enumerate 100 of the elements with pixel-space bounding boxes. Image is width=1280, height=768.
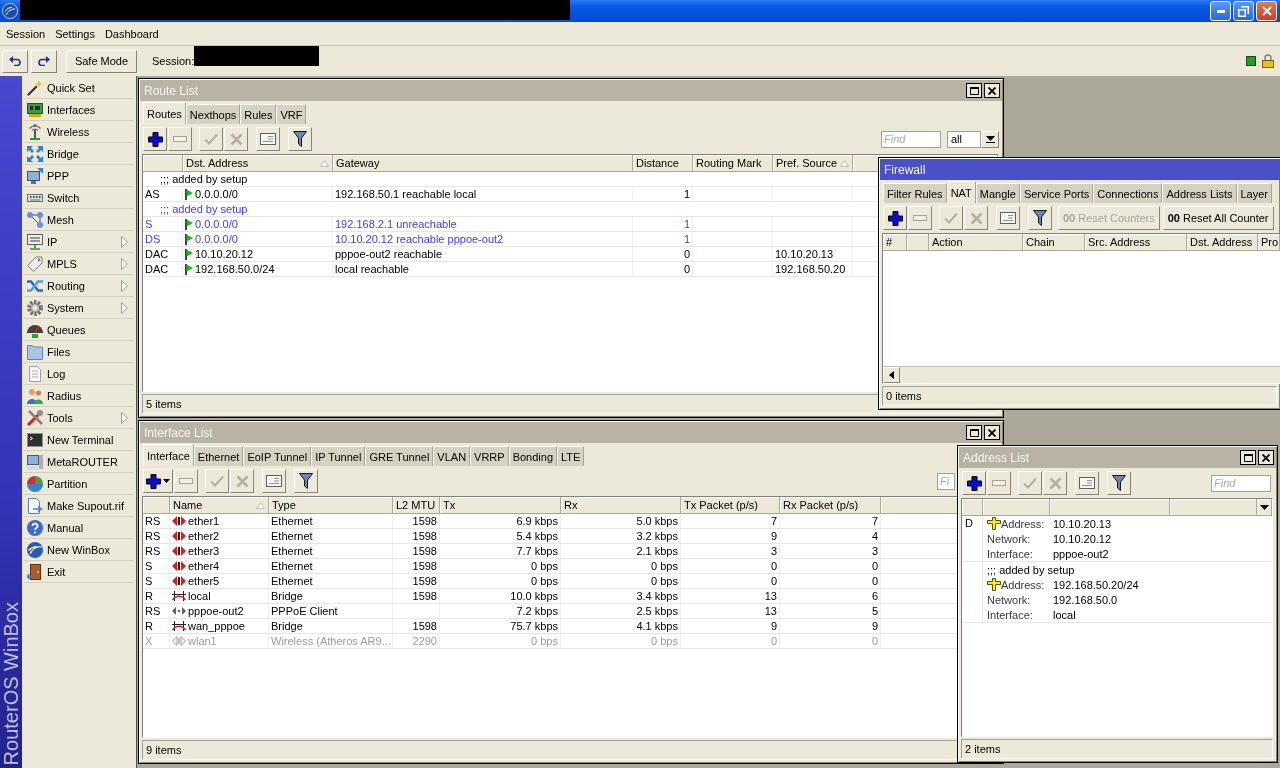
redo-button[interactable] xyxy=(31,49,57,73)
scope-select[interactable]: all xyxy=(947,130,981,148)
sidebar-item[interactable]: Manual xyxy=(24,517,134,539)
tab[interactable]: Service Ports xyxy=(1019,183,1094,203)
column-header[interactable]: Pref. Source xyxy=(773,155,853,172)
column-header[interactable]: Chain xyxy=(1023,234,1085,251)
restore-button[interactable] xyxy=(1233,1,1254,21)
find-field[interactable]: Find xyxy=(881,130,941,148)
column-header[interactable]: Name xyxy=(170,497,269,514)
column-header[interactable]: Dst. Address xyxy=(1187,234,1258,251)
column-header[interactable]: Rx Packet (p/s) xyxy=(780,497,881,514)
sidebar-item[interactable]: Interfaces xyxy=(24,99,134,121)
close-button[interactable] xyxy=(984,83,1000,98)
tab[interactable]: Bonding xyxy=(508,446,558,466)
maximize-button[interactable] xyxy=(966,83,982,98)
column-header[interactable]: Gateway xyxy=(333,155,633,172)
column-header[interactable]: Action xyxy=(929,234,1023,251)
sidebar-item[interactable]: IP xyxy=(24,231,134,253)
sidebar-item[interactable]: MetaROUTER xyxy=(24,451,134,473)
menu-item[interactable]: Session xyxy=(1,23,51,44)
tab[interactable]: VRF xyxy=(276,104,307,124)
close-icon xyxy=(988,86,996,95)
maximize-button[interactable] xyxy=(966,425,982,440)
column-menu-button[interactable] xyxy=(1260,504,1269,510)
comment-button[interactable] xyxy=(262,469,286,493)
comment-button[interactable] xyxy=(1075,471,1099,495)
sidebar-item[interactable]: Wireless xyxy=(24,121,134,143)
sidebar-item[interactable]: Log xyxy=(24,363,134,385)
tab[interactable]: Layer xyxy=(1236,183,1273,203)
filter-button[interactable] xyxy=(1028,206,1052,230)
tab[interactable]: Rules xyxy=(240,104,277,124)
add-button[interactable] xyxy=(883,206,907,230)
tab[interactable]: Mangle xyxy=(975,183,1020,203)
add-menu-button[interactable] xyxy=(143,469,173,493)
add-button[interactable] xyxy=(143,127,167,151)
minimize-button[interactable] xyxy=(1210,1,1231,21)
sidebar-item[interactable]: MPLS xyxy=(24,253,134,275)
tab[interactable]: Nexthops xyxy=(185,104,241,124)
column-header[interactable]: Tx Packet (p/s) xyxy=(681,497,780,514)
tab[interactable]: Address Lists xyxy=(1162,183,1237,203)
find-field[interactable]: Find xyxy=(1211,474,1271,492)
maximize-button[interactable] xyxy=(1240,450,1256,465)
comment-button[interactable] xyxy=(256,127,280,151)
tab[interactable]: GRE Tunnel xyxy=(365,446,434,466)
column-header[interactable]: Tx xyxy=(440,497,561,514)
column-header[interactable]: Distance xyxy=(633,155,693,172)
tab[interactable]: Ethernet xyxy=(193,446,244,466)
dropdown-button[interactable] xyxy=(981,130,999,148)
tab[interactable]: LTE xyxy=(557,446,585,466)
sidebar-item[interactable]: Mesh xyxy=(24,209,134,231)
tab[interactable]: Routes xyxy=(143,102,186,124)
column-header[interactable]: Rx xyxy=(561,497,681,514)
sidebar-item[interactable]: Quick Set xyxy=(24,77,134,99)
tab[interactable]: EoIP Tunnel xyxy=(243,446,312,466)
undo-button[interactable] xyxy=(2,49,28,73)
filter-button[interactable] xyxy=(1107,471,1131,495)
sidebar-item[interactable]: Radius xyxy=(24,385,134,407)
comment-button[interactable] xyxy=(996,206,1020,230)
find-field[interactable]: Fi xyxy=(937,472,955,490)
close-button[interactable] xyxy=(1258,450,1274,465)
filter-button[interactable] xyxy=(294,469,318,493)
safe-mode-button[interactable]: Safe Mode xyxy=(66,49,137,73)
sidebar-item[interactable]: Exit xyxy=(24,561,134,583)
plus-icon xyxy=(146,473,161,489)
close-button[interactable] xyxy=(984,425,1000,440)
sidebar-item[interactable]: New Terminal xyxy=(24,429,134,451)
tab[interactable]: Filter Rules xyxy=(883,183,947,203)
add-button[interactable] xyxy=(962,471,986,495)
counter-reset-button[interactable]: 00 Reset All Counter xyxy=(1162,206,1274,230)
table-cell: S xyxy=(143,559,170,573)
horizontal-scrollbar[interactable] xyxy=(883,366,1280,383)
sidebar-item[interactable]: System xyxy=(24,297,134,319)
sidebar-item[interactable]: Tools xyxy=(24,407,134,429)
sidebar-item[interactable]: PPP xyxy=(24,165,134,187)
table-cell: 1 xyxy=(633,217,693,231)
tab[interactable]: Connections xyxy=(1093,183,1163,203)
column-header[interactable]: # xyxy=(883,234,907,251)
sidebar-item[interactable]: Queues xyxy=(24,319,134,341)
tab[interactable]: IP Tunnel xyxy=(311,446,366,466)
menu-item[interactable]: Dashboard xyxy=(99,23,164,44)
column-header[interactable]: Pro xyxy=(1258,234,1280,251)
scroll-left-button[interactable] xyxy=(883,367,900,383)
sidebar-item[interactable]: New WinBox xyxy=(24,539,134,561)
sidebar-item[interactable]: Partition xyxy=(24,473,134,495)
column-header[interactable]: L2 MTU xyxy=(393,497,440,514)
tab[interactable]: VRRP xyxy=(470,446,509,466)
sidebar-item[interactable]: Files xyxy=(24,341,134,363)
sidebar-item[interactable]: Switch xyxy=(24,187,134,209)
column-header[interactable]: Routing Mark xyxy=(693,155,773,172)
sidebar-item[interactable]: Bridge xyxy=(24,143,134,165)
filter-button[interactable] xyxy=(288,127,312,151)
column-header[interactable]: Src. Address xyxy=(1085,234,1187,251)
tab[interactable]: Interface xyxy=(143,444,194,466)
sidebar-item[interactable]: Routing xyxy=(24,275,134,297)
tab[interactable]: NAT xyxy=(946,181,976,203)
column-header[interactable]: Dst. Address xyxy=(183,155,333,172)
column-header[interactable]: Type xyxy=(269,497,393,514)
tab[interactable]: VLAN xyxy=(433,446,471,466)
sidebar-item[interactable]: Make Supout.rif xyxy=(24,495,134,517)
menu-item[interactable]: Settings xyxy=(50,23,100,44)
